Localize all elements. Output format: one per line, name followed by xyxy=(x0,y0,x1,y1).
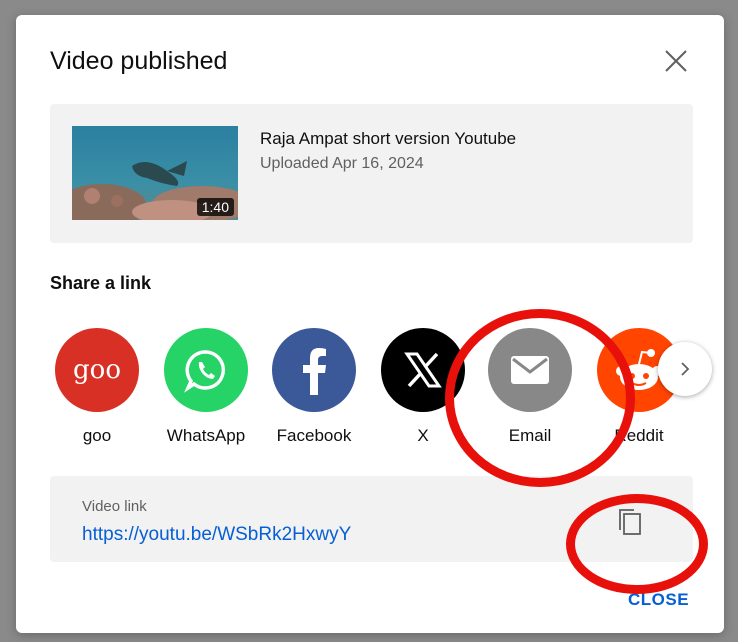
video-duration: 1:40 xyxy=(196,198,234,216)
share-dialog: Video published 1:40 Raja Ampat short ve… xyxy=(16,15,724,633)
next-share-button[interactable] xyxy=(658,342,712,396)
email-icon xyxy=(488,328,572,412)
share-label-x: X xyxy=(417,426,429,445)
share-x[interactable]: X xyxy=(373,328,473,446)
video-card: 1:40 Raja Ampat short version Youtube Up… xyxy=(50,104,693,243)
video-link-url[interactable]: https://youtu.be/WSbRk2HxwyY xyxy=(82,524,351,546)
share-label-reddit: Reddit xyxy=(614,426,664,445)
facebook-icon xyxy=(272,328,356,412)
chevron-right-icon xyxy=(681,362,690,376)
share-label-facebook: Facebook xyxy=(276,426,352,445)
video-link-label: Video link xyxy=(82,498,147,515)
close-button[interactable]: CLOSE xyxy=(628,590,689,610)
share-label-email: Email xyxy=(508,426,552,445)
share-goo[interactable]: goo goo xyxy=(47,328,147,446)
share-label-whatsapp: WhatsApp xyxy=(166,426,246,445)
x-icon xyxy=(381,328,465,412)
video-title: Raja Ampat short version Youtube xyxy=(260,129,517,148)
goo-icon: goo xyxy=(55,328,139,412)
share-heading: Share a link xyxy=(50,273,152,293)
share-facebook[interactable]: Facebook xyxy=(264,328,364,446)
share-label-goo: goo xyxy=(82,426,112,445)
video-thumbnail[interactable]: 1:40 xyxy=(72,126,238,220)
dialog-title: Video published xyxy=(50,47,228,75)
video-link-box: Video link https://youtu.be/WSbRk2HxwyY xyxy=(50,476,693,562)
video-upload-date: Uploaded Apr 16, 2024 xyxy=(260,155,424,172)
whatsapp-icon xyxy=(164,328,248,412)
copy-icon[interactable] xyxy=(615,506,645,538)
share-whatsapp[interactable]: WhatsApp xyxy=(156,328,256,446)
share-email[interactable]: Email xyxy=(480,328,580,446)
close-icon[interactable] xyxy=(662,47,690,75)
